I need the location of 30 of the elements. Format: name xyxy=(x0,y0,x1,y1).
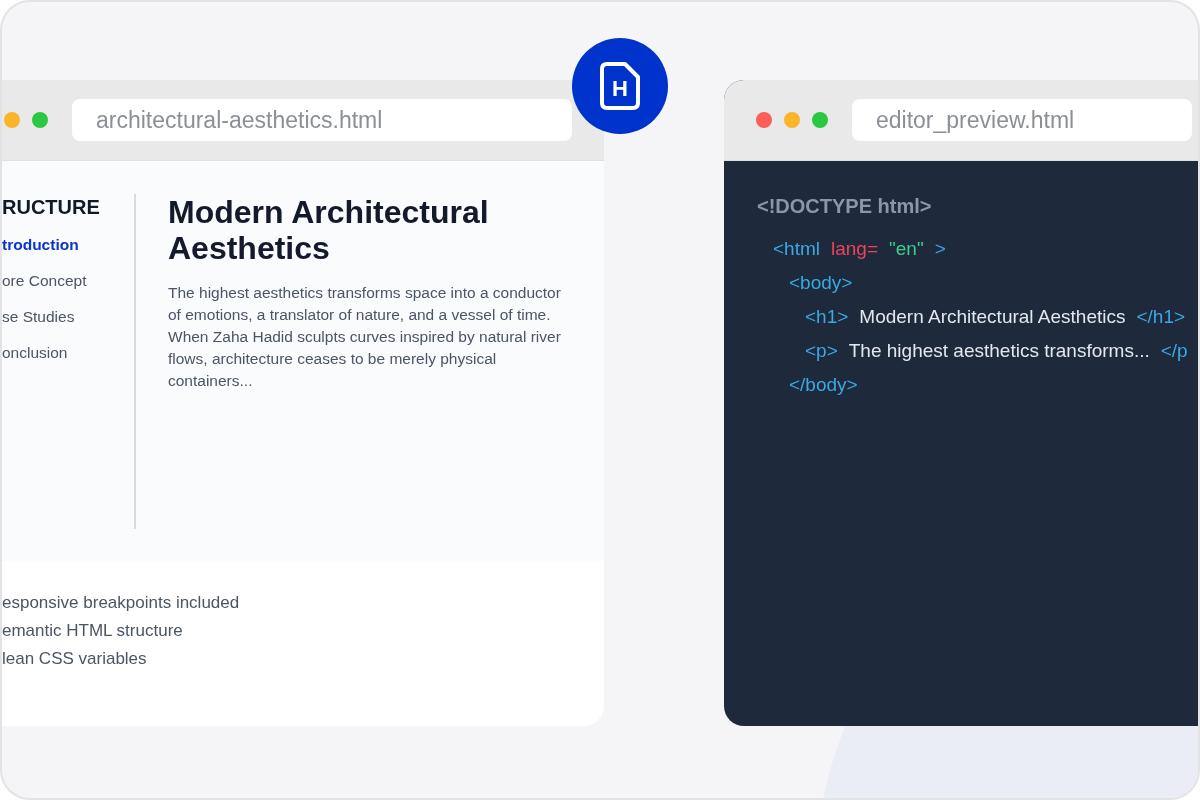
nav-link[interactable]: ore Concept xyxy=(2,271,134,291)
code-text: The highest aesthetics transforms... xyxy=(848,339,1150,363)
code-tag: </h1> xyxy=(1136,300,1186,334)
feature-text: lean CSS variables xyxy=(2,648,147,670)
nav-heading: RUCTURE xyxy=(2,195,101,220)
doctype-text: <!DOCTYPE html> xyxy=(757,194,932,219)
nav-link[interactable]: troduction xyxy=(2,235,134,255)
code-tag: <body> xyxy=(789,266,853,300)
file-icon xyxy=(600,62,640,110)
minimize-button[interactable] xyxy=(784,112,800,128)
code-text: Modern Architectural Aesthetics xyxy=(859,305,1126,329)
code-string: "en" xyxy=(889,237,924,261)
nav-link[interactable]: onclusion xyxy=(2,343,134,363)
code-tag: </body> xyxy=(789,368,858,402)
maximize-button[interactable] xyxy=(32,112,48,128)
code-tag: > xyxy=(934,232,946,266)
feature-text: emantic HTML structure xyxy=(2,620,183,642)
code-tag: <h1> xyxy=(805,300,849,334)
code-tag: <p> xyxy=(805,334,838,368)
code-tag: <html xyxy=(773,232,820,266)
feature-text: esponsive breakpoints included xyxy=(2,592,240,614)
article-heading: Modern Architectural Aesthetics xyxy=(168,194,490,266)
article-paragraph: The highest aesthetics transforms space into a conductor of emotions, a translator of nature, and a vessel of time. When Zaha Hadid sculpts curves inspired by natural river flows, architecture ceases to be merely physical containers... xyxy=(168,283,562,391)
close-button[interactable] xyxy=(756,112,772,128)
code-attribute: lang= xyxy=(831,237,879,261)
code-tag: </p xyxy=(1160,334,1188,368)
maximize-button[interactable] xyxy=(812,112,828,128)
nav-link[interactable]: se Studies xyxy=(2,307,134,327)
minimize-button[interactable] xyxy=(4,112,20,128)
badge-letter: H xyxy=(612,78,628,100)
